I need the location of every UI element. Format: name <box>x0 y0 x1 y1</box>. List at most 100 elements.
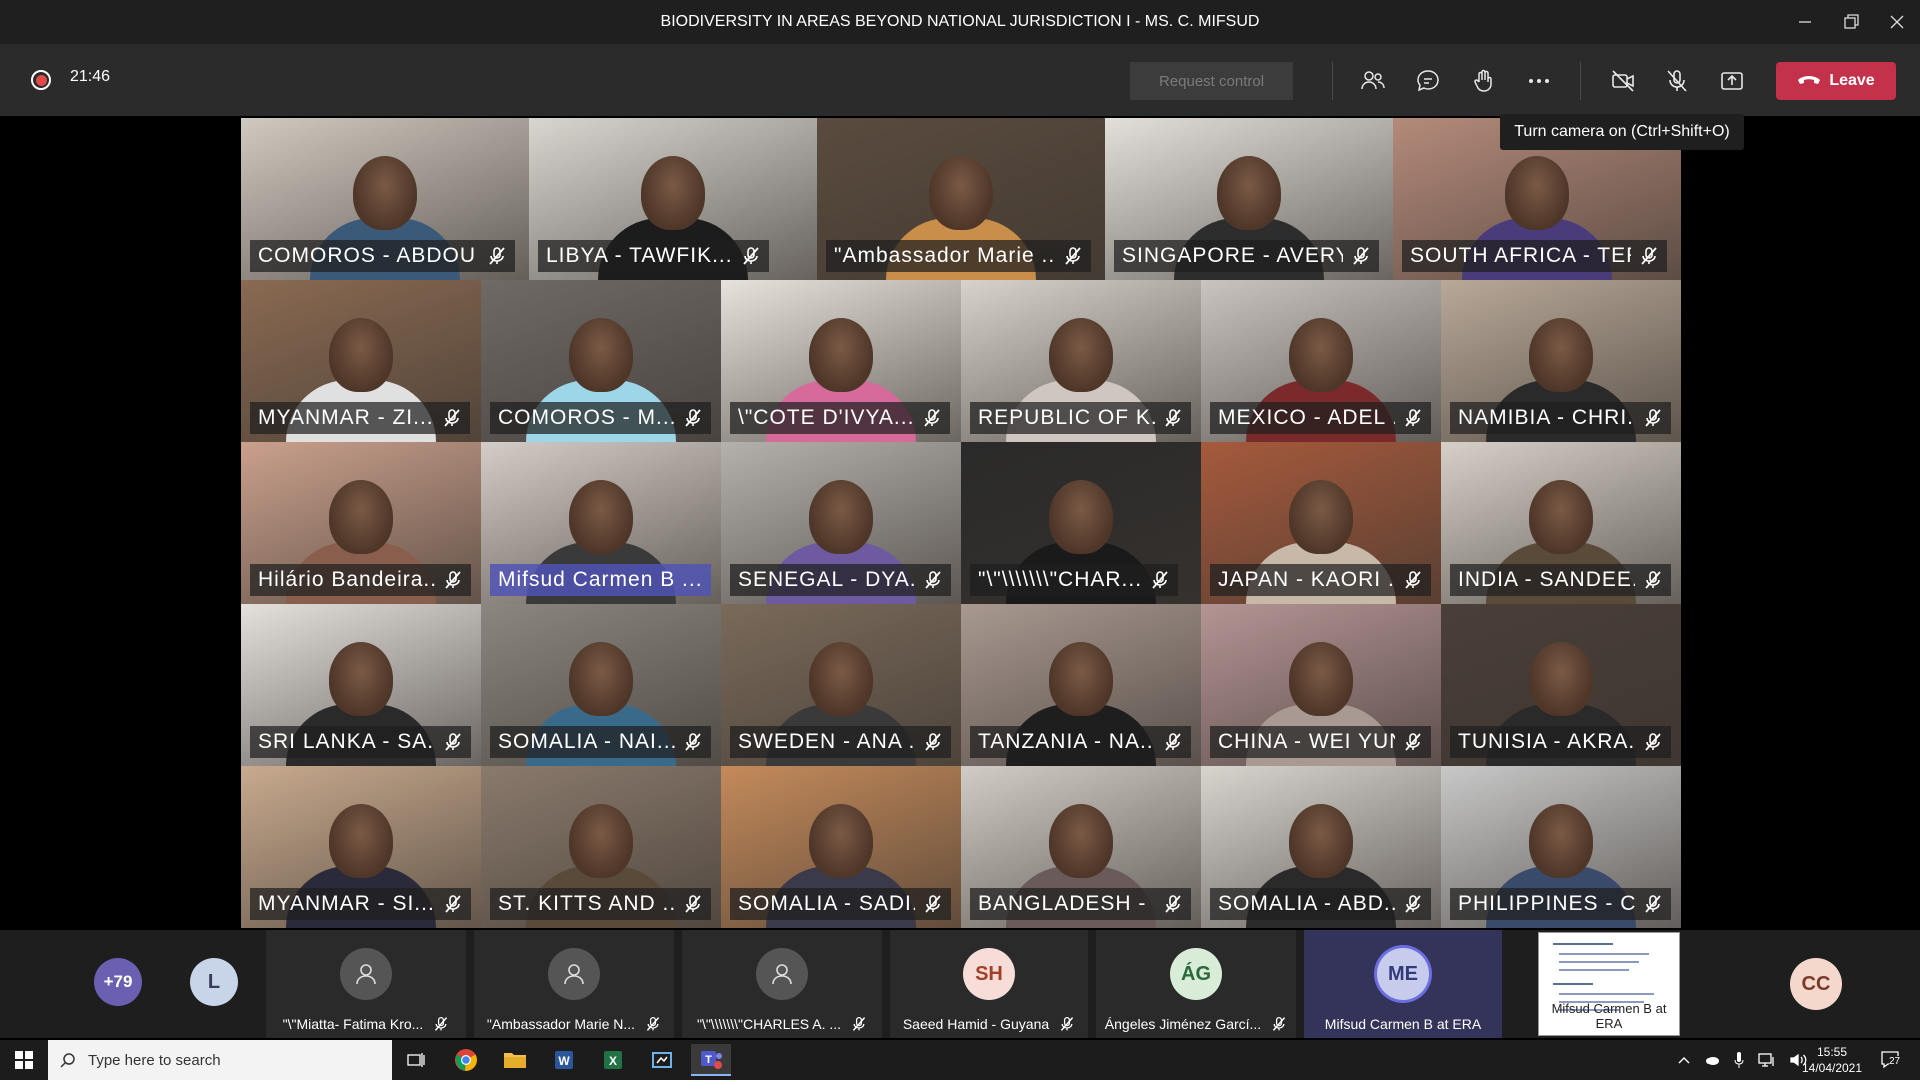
participant-video-face <box>809 318 873 392</box>
participant-strip-label: Mifsud Carmen B at ERA <box>1304 1016 1502 1032</box>
participant-name: "Ambassador Marie ... <box>834 244 1055 267</box>
participant-video-tile[interactable]: NAMIBIA - CHRI... <box>1441 280 1681 442</box>
participant-avatar[interactable]: L <box>190 958 238 1006</box>
participant-video-tile[interactable]: PHILIPPINES - C... <box>1441 766 1681 928</box>
excel-app[interactable]: X <box>593 1044 633 1076</box>
minimize-icon <box>1799 21 1811 23</box>
participant-video-tile[interactable]: CHINA - WEI YUN <box>1201 604 1441 766</box>
participant-video-tile[interactable]: JAPAN - KAORI ... <box>1201 442 1441 604</box>
network-icon[interactable] <box>1758 1053 1776 1067</box>
file-explorer-app[interactable] <box>495 1044 535 1076</box>
screen-sketch-app[interactable] <box>642 1044 682 1076</box>
mic-muted-icon <box>1061 1016 1074 1031</box>
participant-video-face <box>641 156 705 230</box>
participant-nameplate: SOMALIA - NAI... <box>490 726 711 758</box>
participant-video-tile[interactable]: LIBYA - TAWFIK... <box>529 118 817 280</box>
video-grid-row: COMOROS - ABDOU ... LIBYA - TAWFIK... "Amb… <box>241 118 1681 280</box>
participant-nameplate: TANZANIA - NA... <box>970 726 1191 758</box>
task-view-button[interactable] <box>396 1044 436 1076</box>
leave-button[interactable]: Leave <box>1776 62 1896 100</box>
participant-video-tile[interactable]: SRI LANKA - SA... <box>241 604 481 766</box>
onedrive-icon[interactable] <box>1704 1054 1720 1066</box>
participant-video-tile[interactable]: \"COTE D'IVYA... <box>721 280 961 442</box>
participant-strip-tile[interactable]: ÁG Ángeles Jiménez Garcí... <box>1096 930 1296 1038</box>
participant-video-tile[interactable]: SOMALIA - SADI... <box>721 766 961 928</box>
minimize-button[interactable] <box>1782 0 1828 44</box>
share-screen-button[interactable] <box>1715 64 1749 98</box>
participant-video-tile[interactable]: MYANMAR - SI... <box>241 766 481 928</box>
participant-name: ST. KITTS AND ... <box>498 892 675 915</box>
participant-video-tile[interactable]: INDIA - SANDEE... <box>1441 442 1681 604</box>
participant-strip-name: Mifsud Carmen B at ERA <box>1324 1016 1482 1032</box>
microphone-toggle-button[interactable] <box>1660 64 1694 98</box>
participant-video-tile[interactable]: TUNISIA - AKRA... <box>1441 604 1681 766</box>
mic-muted-icon <box>1165 409 1181 427</box>
participant-video-tile[interactable]: SWEDEN - ANA ... <box>721 604 961 766</box>
participant-strip-tile[interactable]: "Ambassador Marie N... <box>474 930 674 1038</box>
participants-button[interactable] <box>1356 64 1390 98</box>
chat-button[interactable] <box>1411 64 1445 98</box>
chevron-up-icon[interactable] <box>1678 1056 1690 1064</box>
participant-video-tile[interactable]: SOMALIA - ABD... <box>1201 766 1441 928</box>
meeting-toolbar: 21:46 Request control Leave <box>0 44 1920 116</box>
mic-muted-icon <box>1152 571 1168 589</box>
reactions-button[interactable] <box>1467 64 1501 98</box>
participant-strip-tile[interactable]: SH Saeed Hamid - Guyana <box>890 930 1088 1038</box>
participant-video-tile[interactable]: COMOROS - ABDOU ... <box>241 118 529 280</box>
participant-video-tile[interactable]: SOMALIA - NAI... <box>481 604 721 766</box>
participant-video-tile[interactable]: REPUBLIC OF K... <box>961 280 1201 442</box>
camera-toggle-button[interactable] <box>1606 64 1640 98</box>
participant-strip-tile[interactable]: "\"\\\\\\\"CHARLES A. ... <box>682 930 882 1038</box>
start-button[interactable] <box>4 1044 44 1076</box>
participant-video-tile[interactable]: TANZANIA - NA... <box>961 604 1201 766</box>
participant-name: REPUBLIC OF K... <box>978 406 1155 429</box>
participant-nameplate: MYANMAR - ZI... <box>250 402 470 434</box>
participant-strip-tile[interactable]: "\"Miatta- Fatima Kro... <box>266 930 466 1038</box>
participant-video-tile[interactable]: "\"\\\\\\\"CHAR... <box>961 442 1201 604</box>
participant-avatar-cc[interactable]: CC <box>1790 958 1842 1010</box>
taskbar-search[interactable]: Type here to search <box>48 1040 392 1080</box>
restore-button[interactable] <box>1828 0 1874 44</box>
clock[interactable]: 15:55 14/04/2021 <box>1792 1040 1872 1080</box>
svg-text:W: W <box>558 1054 570 1068</box>
task-view-icon <box>407 1053 425 1067</box>
teams-app[interactable]: T <box>691 1044 731 1076</box>
svg-text:X: X <box>609 1054 617 1068</box>
mic-muted-icon <box>435 1016 448 1031</box>
participant-name: Mifsud Carmen B ... <box>498 568 703 591</box>
notifications-button[interactable]: 27 <box>1880 1040 1902 1080</box>
participant-strip-label: Ángeles Jiménez Garcí... <box>1096 1016 1296 1032</box>
participant-video-tile[interactable]: COMOROS - M... <box>481 280 721 442</box>
participant-strip-name: "\"Miatta- Fatima Kro... <box>282 1016 424 1032</box>
more-participants-badge[interactable]: +79 <box>94 958 142 1006</box>
participant-video-tile[interactable]: SINGAPORE - AVERY... <box>1105 118 1393 280</box>
participant-video-tile[interactable]: BANGLADESH - ... <box>961 766 1201 928</box>
participant-video-face <box>1529 480 1593 554</box>
raise-hand-icon <box>1474 69 1492 92</box>
chrome-icon <box>455 1049 477 1071</box>
participant-video-tile[interactable]: ST. KITTS AND ... <box>481 766 721 928</box>
shared-content-thumbnail[interactable]: Mifsud Carmen B at ERA <box>1538 932 1680 1036</box>
participant-nameplate: SENEGAL - DYA... <box>730 564 951 596</box>
close-button[interactable] <box>1874 0 1920 44</box>
participant-video-tile[interactable]: "Ambassador Marie ... <box>817 118 1105 280</box>
participant-nameplate: TUNISIA - AKRA... <box>1450 726 1671 758</box>
participant-name: PHILIPPINES - C... <box>1458 892 1635 915</box>
participant-nameplate: SINGAPORE - AVERY... <box>1114 240 1379 272</box>
participant-strip-name: Saeed Hamid - Guyana <box>902 1016 1050 1032</box>
participant-strip-tile[interactable]: ME Mifsud Carmen B at ERA <box>1304 930 1502 1038</box>
windows-taskbar: Type here to search W X T 15:55 14/04/20… <box>0 1040 1920 1080</box>
word-app[interactable]: W <box>544 1044 584 1076</box>
participant-strip-label: "\"\\\\\\\"CHARLES A. ... <box>682 1016 882 1032</box>
notification-count: 27 <box>1889 1056 1901 1067</box>
chrome-app[interactable] <box>446 1044 486 1076</box>
participant-strip-name: "Ambassador Marie N... <box>486 1016 636 1032</box>
participant-video-tile[interactable]: SENEGAL - DYA... <box>721 442 961 604</box>
participant-video-tile[interactable]: MYANMAR - ZI... <box>241 280 481 442</box>
participant-video-tile[interactable]: MEXICO - ADEL ... <box>1201 280 1441 442</box>
participant-video-tile[interactable]: Hilário Bandeira... <box>241 442 481 604</box>
microphone-icon[interactable] <box>1734 1052 1744 1068</box>
more-actions-button[interactable] <box>1522 64 1556 98</box>
request-control-button[interactable]: Request control <box>1130 62 1293 100</box>
participant-video-tile[interactable]: Mifsud Carmen B ... <box>481 442 721 604</box>
